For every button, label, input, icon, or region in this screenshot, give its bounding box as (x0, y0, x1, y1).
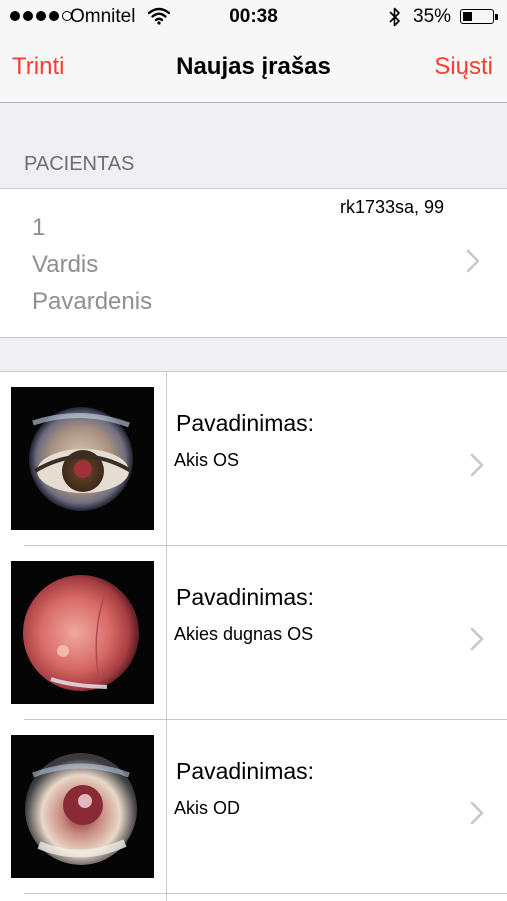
patient-cell[interactable]: 1 Vardis Pavardenis rk1733sa, 99 (0, 188, 507, 338)
patient-section-header: PACIENTAS (24, 153, 135, 175)
record-row[interactable]: Pavadinimas: Akis OS (0, 372, 507, 546)
page-title: Naujas įrašas (176, 53, 331, 80)
record-title-label: Pavadinimas: (176, 410, 315, 436)
records-list: Pavadinimas: Akis OS Pavadinimas: Akies … (0, 371, 507, 901)
send-button[interactable]: Siųsti (434, 53, 493, 81)
patient-number: 1 (32, 214, 46, 241)
record-row[interactable]: Pavadinimas: Akies dugnas OS (0, 546, 507, 720)
bluetooth-icon (388, 6, 402, 33)
chevron-right-icon (470, 620, 484, 660)
record-title-label: Pavadinimas: (176, 758, 315, 784)
patient-first-name: Vardis (32, 251, 99, 278)
battery-fill (463, 12, 472, 21)
battery-percent: 35% (413, 6, 452, 27)
fundus-photo (11, 561, 154, 704)
battery-nub (495, 14, 498, 20)
row-separator (24, 893, 507, 894)
patient-info: 1 Vardis Pavardenis (32, 209, 152, 320)
chevron-right-icon (466, 242, 480, 282)
chevron-right-icon (470, 446, 484, 486)
navigation-bar: Trinti Naujas įrašas Siųsti (0, 36, 507, 103)
record-row[interactable]: Pavadinimas: Akis OD (0, 720, 507, 894)
record-title-label: Pavadinimas: (176, 584, 315, 610)
eye-closeup-photo (11, 735, 154, 878)
battery-icon (460, 9, 494, 24)
patient-code: rk1733sa, 99 (340, 197, 445, 217)
record-title-value: Akis OD (174, 798, 241, 818)
eye-exterior-photo (11, 387, 154, 530)
status-bar: Omnitel 00:38 35% (0, 0, 507, 36)
record-title-value: Akis OS (174, 450, 240, 470)
chevron-right-icon (470, 794, 484, 834)
record-title-value: Akies dugnas OS (174, 624, 314, 644)
patient-last-name: Pavardenis (32, 288, 153, 315)
